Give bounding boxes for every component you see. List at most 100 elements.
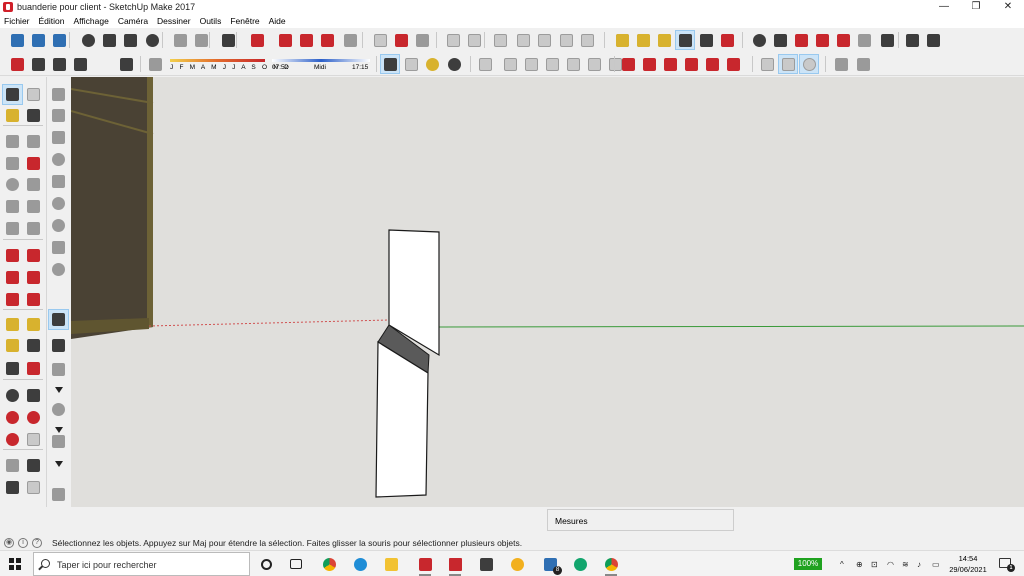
axes-button[interactable] <box>697 31 715 49</box>
restore-button[interactable]: ❐ <box>960 0 992 14</box>
move-button[interactable] <box>619 55 637 73</box>
position-camera-tool-button[interactable] <box>3 456 22 475</box>
paint-bucket-button[interactable] <box>423 55 441 73</box>
position-camera-button[interactable] <box>855 31 873 49</box>
redo-button[interactable] <box>192 31 210 49</box>
walk-tool-button[interactable] <box>3 478 22 497</box>
sandbox-button[interactable] <box>49 485 68 504</box>
section-cuts-button[interactable] <box>799 54 819 74</box>
rectangle-button[interactable] <box>49 128 68 147</box>
mail-icon[interactable]: 8 <box>541 555 562 575</box>
battery-indicator[interactable]: 100% <box>794 558 822 570</box>
open-button[interactable] <box>29 31 47 49</box>
store-icon[interactable] <box>477 555 495 573</box>
language-icon[interactable]: ▭ <box>932 551 940 576</box>
axes-tool-button[interactable] <box>3 359 22 378</box>
offset-tool-button[interactable] <box>24 290 43 309</box>
two-point-arc-button[interactable] <box>49 216 68 235</box>
eraser-tool-button[interactable] <box>24 106 43 125</box>
3d-text-tool-button[interactable] <box>24 359 43 378</box>
freehand-line-button[interactable] <box>49 106 68 125</box>
print-button[interactable] <box>219 31 237 49</box>
zoom-tool-button[interactable] <box>3 408 22 427</box>
menu-fichier[interactable]: Fichier <box>4 16 30 26</box>
text-button[interactable] <box>676 31 694 49</box>
menu-dessiner[interactable]: Dessiner <box>157 16 191 26</box>
footprints-button[interactable] <box>924 31 942 49</box>
help-icon[interactable]: ? <box>32 537 42 548</box>
group-button[interactable] <box>476 55 494 73</box>
back-view-button[interactable] <box>535 31 553 49</box>
paint-bucket-tool-button[interactable] <box>3 106 22 125</box>
garage-button[interactable] <box>117 55 135 73</box>
edge-beta-icon[interactable] <box>571 555 589 573</box>
select-button[interactable] <box>380 54 400 74</box>
share-model-button[interactable] <box>297 31 315 49</box>
chrome-icon[interactable] <box>320 555 338 573</box>
text-tool-button[interactable] <box>24 336 43 355</box>
protractor-tool-button[interactable] <box>3 336 22 355</box>
warehouse-box-button[interactable] <box>8 55 26 73</box>
solid-1-button[interactable] <box>501 55 519 73</box>
rotate-button[interactable] <box>661 55 679 73</box>
xray-button[interactable] <box>578 31 596 49</box>
shadows-toggle-button[interactable] <box>146 55 164 73</box>
circle-tool-button[interactable] <box>3 175 22 194</box>
line-tool-button[interactable] <box>3 132 22 151</box>
volume-icon[interactable]: ♪ <box>917 551 921 576</box>
sketchup-app-icon[interactable] <box>446 555 464 576</box>
two-point-arc-tool-button[interactable] <box>24 197 43 216</box>
orbit-button[interactable] <box>750 31 768 49</box>
measures-box[interactable]: Mesures <box>547 509 734 531</box>
protractor-button[interactable] <box>655 31 673 49</box>
push-pull-button[interactable] <box>640 55 658 73</box>
norton-icon[interactable] <box>508 555 526 573</box>
edge-icon[interactable] <box>351 555 369 573</box>
polygon-tool-button[interactable] <box>24 175 43 194</box>
3d-text-button[interactable] <box>718 31 736 49</box>
sandbox-tools-button[interactable] <box>854 55 872 73</box>
show-hidden-icons-icon[interactable]: ^ <box>840 551 844 576</box>
follow-me-tool-button[interactable] <box>24 268 43 287</box>
dimension-tool-button[interactable] <box>24 315 43 334</box>
push-pull-tool-button[interactable] <box>24 246 43 265</box>
components-button[interactable] <box>371 31 389 49</box>
close-button[interactable]: ✕ <box>992 0 1024 14</box>
new-model-button[interactable] <box>8 31 26 49</box>
component-tool-button[interactable] <box>24 85 43 104</box>
tape-measure-tool-button[interactable] <box>3 315 22 334</box>
model-info-button[interactable] <box>248 31 266 49</box>
cortana-icon[interactable] <box>257 555 275 573</box>
three-point-arc-tool-button[interactable] <box>3 219 22 238</box>
freehand-tool-button[interactable] <box>24 132 43 151</box>
rotated-rectangle-tool-button[interactable] <box>24 154 43 173</box>
offset-button[interactable] <box>724 55 742 73</box>
pie-button[interactable] <box>49 238 68 257</box>
zoom-button[interactable] <box>792 31 810 49</box>
eraser-button[interactable] <box>445 55 463 73</box>
arc-button[interactable] <box>49 194 68 213</box>
tape-measure-button[interactable] <box>613 31 631 49</box>
scale-tool-button[interactable] <box>3 290 22 309</box>
shadow-time-slider[interactable]: 07:52 Midi 17:15 <box>272 56 370 74</box>
front-view-button[interactable] <box>491 31 509 49</box>
solid-2-button[interactable] <box>522 55 540 73</box>
undo-button[interactable] <box>171 31 189 49</box>
sandbox-button[interactable] <box>832 55 850 73</box>
erase-button[interactable] <box>143 31 161 49</box>
section-plane-tool-button[interactable] <box>24 478 43 497</box>
save-button[interactable] <box>50 31 68 49</box>
rectangle-tool-button[interactable] <box>3 154 22 173</box>
menu-affichage[interactable]: Affichage <box>74 16 109 26</box>
top-view-button[interactable] <box>465 31 483 49</box>
pie-tool-button[interactable] <box>24 219 43 238</box>
export-button[interactable] <box>413 31 431 49</box>
cut-button[interactable] <box>79 31 97 49</box>
menu-outils[interactable]: Outils <box>200 16 222 26</box>
menu-fenetre[interactable]: Fenêtre <box>230 16 259 26</box>
line-button[interactable] <box>49 360 68 379</box>
task-view-icon[interactable] <box>287 555 305 573</box>
solid-5-button[interactable] <box>585 55 603 73</box>
circle-button[interactable] <box>49 150 68 169</box>
component-button[interactable] <box>402 55 420 73</box>
